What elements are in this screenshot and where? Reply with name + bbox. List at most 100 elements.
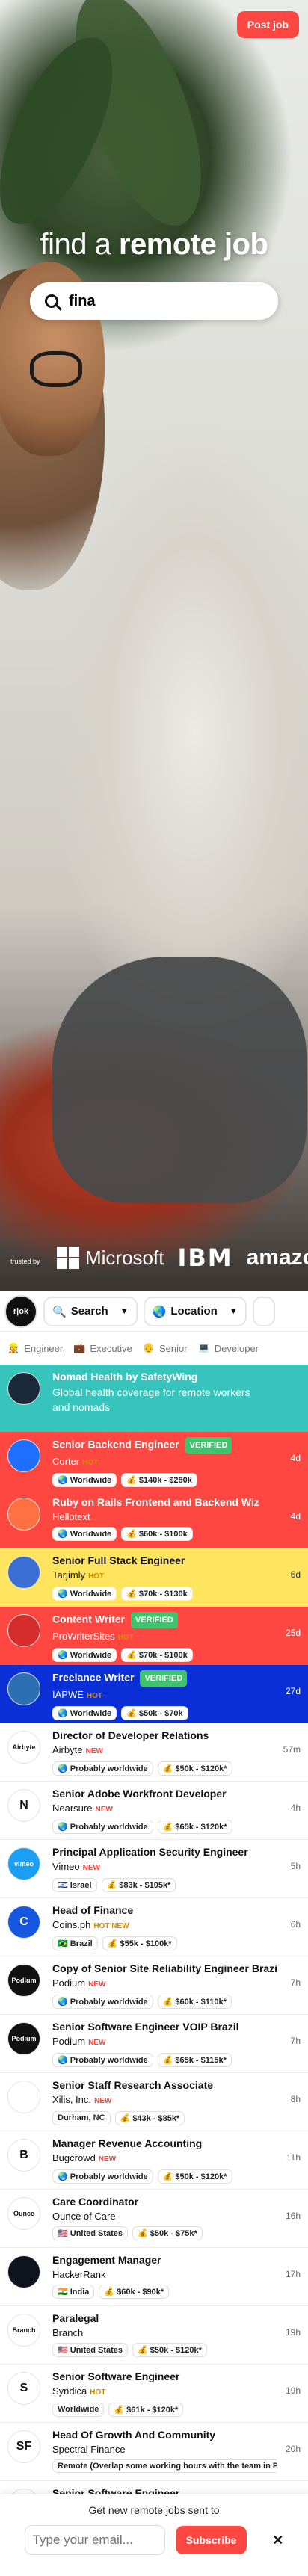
salary-chip: 💰 $50k - $120k* (132, 2343, 207, 2357)
posted-age: 5h (290, 1861, 301, 1871)
company-name: IAPWE HOT (52, 1689, 103, 1700)
microsoft-grid-icon (57, 1247, 79, 1269)
job-row[interactable]: SF Head Of Growth And Community Spectral F… (0, 2423, 308, 2481)
posted-age: 19h (285, 2327, 301, 2338)
job-row[interactable]: C Head of Finance Coins.ph HOT NEW 🇧🇷 Brazil… (0, 1898, 308, 1956)
promo-title: Nomad Health by SafetyWing (52, 1371, 198, 1383)
job-badge: HOT (88, 1572, 105, 1581)
job-title: Senior Adobe Workfront Developer (52, 1788, 227, 1800)
email-field[interactable] (24, 2525, 165, 2555)
close-icon[interactable]: ✕ (272, 2533, 283, 2548)
subscribe-button[interactable]: Subscribe (175, 2526, 247, 2554)
company-name: Airbyte NEW (52, 1744, 103, 1755)
job-row[interactable]: Ounce Care Coordinator Ounce of Care 🇺🇸 Uni… (0, 2190, 308, 2248)
location-chip: 🇧🇷 Brazil (52, 1936, 98, 1950)
chevron-down-icon: ▼ (229, 1306, 238, 1316)
job-row[interactable]: N Senior Adobe Workfront Developer Nearsur… (0, 1782, 308, 1840)
company-logo (7, 1439, 40, 1472)
post-job-button[interactable]: Post job (236, 11, 299, 38)
job-badge: HOT (90, 2388, 106, 2397)
job-row[interactable]: Airbyte Director of Developer Relations Ai… (0, 1723, 308, 1782)
tag-developer[interactable]: 💻 Developer (198, 1342, 259, 1354)
promo-description: Global health coverage for remote worker… (52, 1386, 250, 1413)
more-filter-button[interactable] (252, 1296, 275, 1326)
job-badge: HOT (117, 1634, 134, 1642)
company-logo: N (7, 1789, 40, 1822)
search-bar[interactable] (30, 282, 278, 320)
job-badge: NEW (95, 1806, 113, 1814)
company-name: Coins.ph HOT NEW (52, 1919, 129, 1930)
job-title: Copy of Senior Site Reliability Engineer… (52, 1962, 277, 1974)
tag-senior[interactable]: 👴 Senior (143, 1342, 188, 1354)
job-title: Engagement Manager (52, 2254, 161, 2266)
job-row[interactable]: vimeo Principal Application Security Engi… (0, 1840, 308, 1898)
job-title: Principal Application Security Engineer (52, 1846, 248, 1858)
location-chip: Remote (Overlap some working hours with … (52, 2459, 277, 2473)
posted-age: 7h (290, 1977, 301, 1988)
job-row[interactable]: Senior Staff Research Associate Xilis, In… (0, 2073, 308, 2131)
salary-chip: 💰 $140k - $280k (121, 1473, 197, 1487)
location-chip: 🌏 Worldwide (52, 1587, 117, 1601)
posted-age: 27d (285, 1686, 301, 1696)
search-icon (45, 294, 58, 308)
verified-badge: VERIFIED (130, 1612, 178, 1628)
company-name: Corter HOT (52, 1456, 99, 1467)
salary-chip: 💰 $50k - $120k* (157, 2169, 232, 2184)
posted-age: 57m (283, 1744, 301, 1755)
company-name: Ounce of Care (52, 2211, 116, 2222)
search-icon: 🔍 (52, 1305, 67, 1318)
job-list: Nomad Health by SafetyWing Global health … (0, 1365, 308, 2539)
promo-row[interactable]: Nomad Health by SafetyWing Global health … (0, 1365, 308, 1432)
job-row[interactable]: Content Writer VERIFIED ProWriterSites HOT 🌏… (0, 1607, 308, 1665)
site-logo[interactable]: r|ok (4, 1294, 37, 1328)
company-logo (7, 2255, 40, 2288)
job-title: Senior Staff Research Associate (52, 2079, 214, 2091)
hero-section: Post job find a remote job trusted by Mi… (0, 0, 308, 1291)
company-logo (7, 1498, 40, 1531)
chevron-down-icon: ▼ (120, 1306, 129, 1316)
location-chip: Durham, NC (52, 2111, 111, 2125)
job-row[interactable]: Senior Backend Engineer VERIFIED Corter HOT… (0, 1432, 308, 1490)
company-logo: Podium (7, 1964, 40, 1997)
posted-age: 6d (290, 1569, 301, 1580)
ibm-logo: IBM (177, 1244, 233, 1272)
salary-chip: 💰 $60k - $110k* (157, 1995, 232, 2009)
posted-age: 8h (290, 2094, 301, 2104)
job-row[interactable]: S Senior Software Engineer Syndica HOT World… (0, 2365, 308, 2423)
salary-chip: 💰 $50k - $75k* (132, 2226, 203, 2240)
subscribe-prompt: Get new remote jobs sent to (88, 2504, 220, 2516)
job-title: Director of Developer Relations (52, 1729, 209, 1741)
posted-age: 7h (290, 2036, 301, 2046)
company-logo (7, 1372, 40, 1405)
trusted-logos: Microsoft IBM amazon (57, 1244, 308, 1272)
company-logo (7, 1672, 40, 1705)
filter-bar: r|ok 🔍 Search ▼ 🌏 Location ▼ (0, 1291, 308, 1332)
salary-chip: 💰 $60k - $100k (121, 1527, 193, 1541)
posted-age: 25d (285, 1628, 301, 1638)
location-chip: 🌏 Worldwide (52, 1648, 117, 1662)
job-row[interactable]: Podium Copy of Senior Site Reliability En… (0, 1956, 308, 2015)
job-title: Senior Full Stack Engineer (52, 1554, 185, 1566)
job-row[interactable]: Senior Full Stack Engineer Tarjimly HOT 🌏 W… (0, 1548, 308, 1607)
search-input[interactable] (69, 292, 248, 310)
job-row[interactable]: Engagement Manager HackerRank 🇮🇳 India 💰 $6… (0, 2248, 308, 2306)
job-row[interactable]: Freelance Writer VERIFIED IAPWE HOT 🌏 Worldw… (0, 1665, 308, 1723)
hero-person-glasses (30, 351, 82, 387)
location-filter-button[interactable]: 🌏 Location ▼ (143, 1296, 247, 1326)
tag-executive[interactable]: 💼 Executive (73, 1342, 132, 1354)
location-chip: 🌏 Probably worldwide (52, 1761, 153, 1776)
salary-chip: 💰 $61k - $120k* (108, 2403, 184, 2417)
salary-chip: 💰 $43k - $85k* (114, 2111, 185, 2125)
search-filter-button[interactable]: 🔍 Search ▼ (43, 1296, 138, 1326)
job-row[interactable]: B Manager Revenue Accounting Bugcrowd NEW 🌏 … (0, 2131, 308, 2190)
company-logo (7, 1614, 40, 1647)
tag-engineer[interactable]: 👷 Engineer (7, 1342, 63, 1354)
job-row[interactable]: Branch Paralegal Branch 🇺🇸 United States 💰 $… (0, 2306, 308, 2365)
company-name: Hellotext (52, 1511, 90, 1522)
job-row[interactable]: Podium Senior Software Engineer VOIP Braz… (0, 2015, 308, 2073)
company-logo: vimeo (7, 1847, 40, 1880)
posted-age: 20h (285, 2444, 301, 2454)
company-name: Nearsure NEW (52, 1803, 113, 1814)
company-logo: Podium (7, 2022, 40, 2055)
job-row[interactable]: Ruby on Rails Frontend and Backend Wiz He… (0, 1490, 308, 1548)
